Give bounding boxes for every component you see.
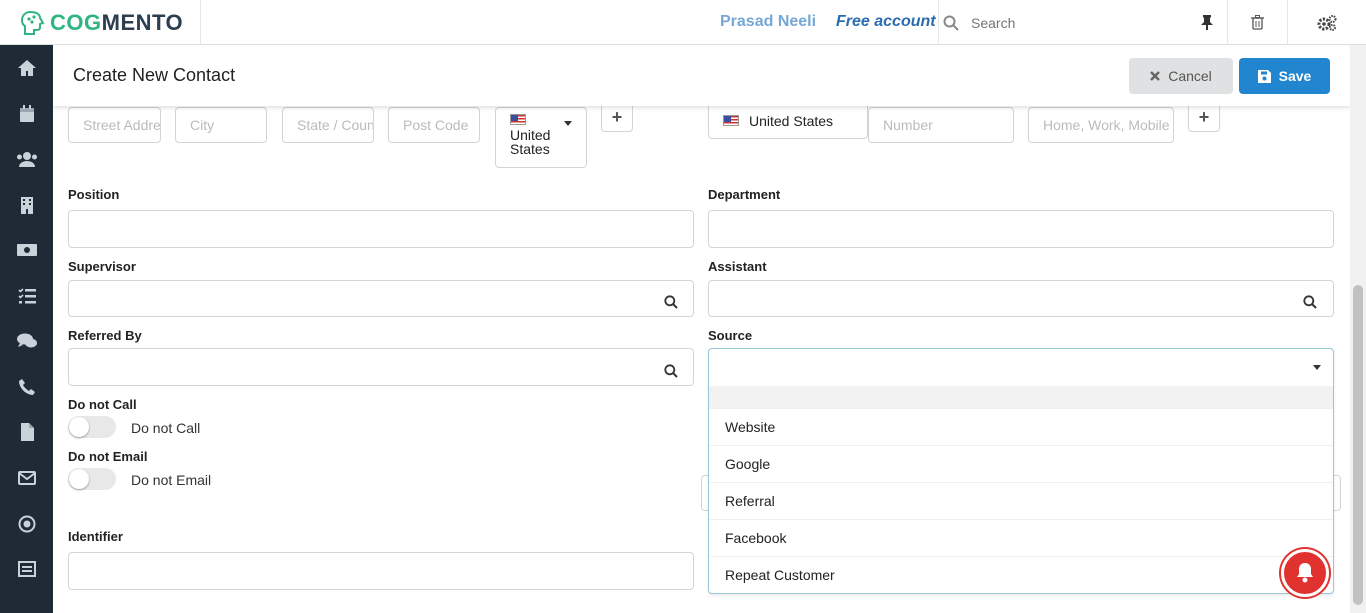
- calls-icon[interactable]: [16, 376, 38, 398]
- scroll-thumb[interactable]: [1353, 285, 1363, 605]
- account-type[interactable]: Free account: [836, 13, 936, 31]
- source-option[interactable]: Repeat Customer: [709, 556, 1333, 593]
- contacts-icon[interactable]: [16, 148, 38, 170]
- assistant-field[interactable]: [708, 280, 1334, 317]
- companies-icon[interactable]: [16, 194, 38, 216]
- search-icon: [943, 15, 959, 31]
- supervisor-field[interactable]: [68, 280, 694, 317]
- do-not-call-toggle-label: Do not Call: [131, 420, 201, 436]
- phone-country-value: United States: [749, 112, 834, 129]
- source-option[interactable]: Website: [709, 408, 1333, 445]
- cancel-button[interactable]: Cancel: [1129, 58, 1233, 94]
- notification-button[interactable]: [1281, 549, 1329, 597]
- close-icon: [1150, 71, 1161, 81]
- source-select-head[interactable]: [709, 349, 1333, 386]
- trash-button[interactable]: [1227, 0, 1287, 45]
- settings-button[interactable]: [1287, 0, 1366, 45]
- brain-logo-icon: [20, 10, 45, 35]
- logo[interactable]: COGMENTO: [0, 0, 201, 45]
- post-code-field[interactable]: Post Code: [388, 107, 480, 143]
- identifier-field[interactable]: [68, 552, 694, 590]
- street-address-field[interactable]: Street Address: [68, 107, 161, 143]
- bell-icon: [1297, 563, 1313, 583]
- deals-icon[interactable]: [16, 239, 38, 261]
- caret-down-icon: [1313, 365, 1321, 370]
- search-input[interactable]: [971, 14, 1181, 31]
- save-label: Save: [1278, 68, 1312, 84]
- pin-icon[interactable]: [1200, 14, 1214, 30]
- caret-down-icon: [564, 121, 572, 126]
- source-label: Source: [708, 328, 753, 343]
- logo-text: COGMENTO: [50, 9, 184, 35]
- position-label: Position: [68, 187, 120, 202]
- do-not-email-label: Do not Email: [68, 449, 148, 464]
- source-option-empty[interactable]: [709, 386, 1333, 408]
- sidebar: [0, 45, 53, 613]
- department-field[interactable]: [708, 210, 1334, 248]
- position-field[interactable]: [68, 210, 694, 248]
- identifier-label: Identifier: [68, 529, 123, 544]
- search-box: [938, 0, 1228, 45]
- tasks-icon[interactable]: [16, 285, 38, 307]
- documents-icon[interactable]: [16, 421, 38, 443]
- cases-icon[interactable]: [16, 330, 38, 352]
- add-address-button[interactable]: +: [601, 102, 633, 132]
- source-dropdown[interactable]: Website Google Referral Facebook Repeat …: [708, 348, 1334, 594]
- phone-country-select[interactable]: United States: [708, 102, 868, 139]
- source-option[interactable]: Facebook: [709, 519, 1333, 556]
- trash-icon: [1251, 15, 1264, 30]
- search-icon[interactable]: [664, 295, 678, 309]
- page-title: Create New Contact: [73, 65, 236, 85]
- calendar-icon[interactable]: [16, 103, 38, 125]
- referred-by-label: Referred By: [68, 328, 142, 343]
- email-icon[interactable]: [16, 467, 38, 489]
- phone-type-field[interactable]: Home, Work, Mobile: [1028, 107, 1174, 143]
- source-option[interactable]: Google: [709, 445, 1333, 482]
- floppy-disk-icon: [1257, 69, 1271, 83]
- do-not-call-toggle[interactable]: [68, 416, 116, 438]
- source-option[interactable]: Referral: [709, 482, 1333, 519]
- main-content: Create New Contact Cancel Save Street Ad…: [53, 45, 1350, 613]
- us-flag-icon: [723, 115, 739, 126]
- address-country-value: United States: [510, 127, 551, 157]
- us-flag-icon: [510, 114, 526, 125]
- address-country-select[interactable]: United States: [495, 107, 587, 168]
- save-button[interactable]: Save: [1239, 58, 1330, 94]
- add-phone-button[interactable]: +: [1188, 102, 1220, 132]
- gears-icon: [1317, 14, 1337, 31]
- phone-number-field[interactable]: Number: [868, 107, 1014, 143]
- city-field[interactable]: City: [175, 107, 267, 143]
- assistant-label: Assistant: [708, 259, 767, 274]
- top-bar: COGMENTO Prasad Neeli Free account: [0, 0, 1366, 45]
- home-icon[interactable]: [16, 57, 38, 79]
- cancel-label: Cancel: [1168, 68, 1212, 84]
- search-icon[interactable]: [1303, 295, 1317, 309]
- referred-by-field[interactable]: [68, 348, 694, 386]
- do-not-email-toggle[interactable]: [68, 468, 116, 490]
- forms-icon[interactable]: [16, 558, 38, 580]
- search-icon[interactable]: [664, 364, 678, 378]
- department-label: Department: [708, 187, 781, 202]
- user-name[interactable]: Prasad Neeli: [720, 13, 816, 31]
- page-header: Create New Contact Cancel Save: [53, 45, 1350, 106]
- do-not-call-label: Do not Call: [68, 397, 137, 412]
- scrollbar[interactable]: [1350, 45, 1366, 613]
- supervisor-label: Supervisor: [68, 259, 136, 274]
- do-not-email-toggle-label: Do not Email: [131, 472, 212, 488]
- campaigns-icon[interactable]: [16, 513, 38, 535]
- state-field[interactable]: State / County: [282, 107, 374, 143]
